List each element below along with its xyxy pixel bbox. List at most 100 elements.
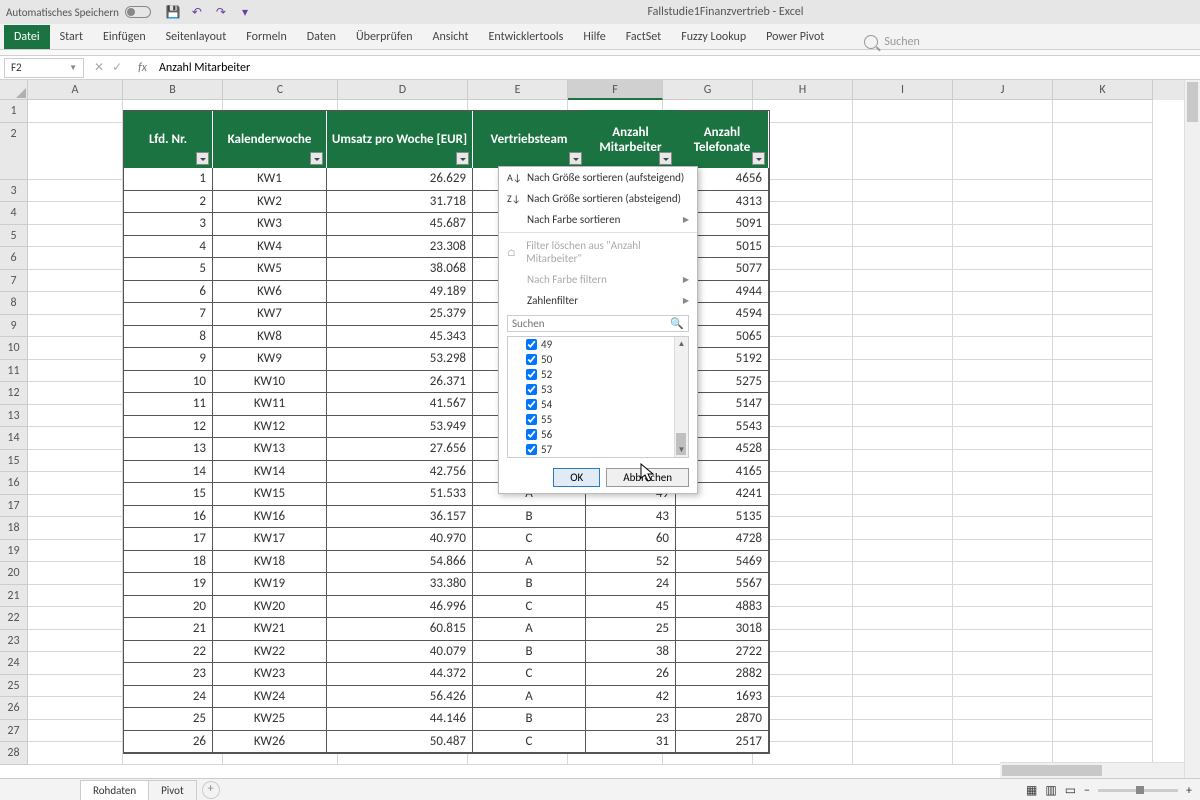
table-header[interactable]: Umsatz pro Woche [EUR] xyxy=(327,111,473,168)
cell[interactable] xyxy=(853,405,953,428)
filter-button[interactable] xyxy=(456,152,469,165)
table-cell[interactable]: 5469 xyxy=(676,551,769,574)
table-cell[interactable]: 20 xyxy=(124,596,213,619)
filter-value-item[interactable]: 56 xyxy=(508,427,688,442)
cell[interactable] xyxy=(853,517,953,540)
table-cell[interactable]: 10 xyxy=(124,371,213,394)
row-header-28[interactable]: 28 xyxy=(0,742,28,765)
table-cell[interactable]: KW24 xyxy=(213,686,327,709)
cell[interactable] xyxy=(853,225,953,248)
table-cell[interactable]: B xyxy=(473,506,586,529)
cell[interactable] xyxy=(28,472,123,495)
view-page-icon[interactable]: ▥ xyxy=(1045,783,1056,798)
cell[interactable] xyxy=(28,562,123,585)
table-cell[interactable]: 17 xyxy=(124,528,213,551)
col-header-C[interactable]: C xyxy=(223,80,338,100)
table-cell[interactable]: KW5 xyxy=(213,258,327,281)
table-cell[interactable]: KW13 xyxy=(213,438,327,461)
table-cell[interactable]: A xyxy=(473,551,586,574)
table-cell[interactable]: 52 xyxy=(586,551,676,574)
table-header[interactable]: Anzahl Mitarbeiter xyxy=(586,111,676,168)
table-cell[interactable]: KW12 xyxy=(213,416,327,439)
table-cell[interactable]: A xyxy=(473,618,586,641)
filter-values-list[interactable]: 495052535455565760 ▲ ▼ xyxy=(507,336,689,458)
cell[interactable] xyxy=(853,382,953,405)
cell[interactable] xyxy=(1053,315,1153,338)
cell[interactable] xyxy=(853,100,953,123)
tab-entwickler[interactable]: Entwicklertools xyxy=(479,25,574,49)
tab-hilfe[interactable]: Hilfe xyxy=(573,25,615,49)
row-header-6[interactable]: 6 xyxy=(0,247,28,270)
table-cell[interactable]: C xyxy=(473,528,586,551)
cell[interactable] xyxy=(1053,202,1153,225)
table-cell[interactable]: 24 xyxy=(586,573,676,596)
table-cell[interactable]: 11 xyxy=(124,393,213,416)
cell[interactable] xyxy=(853,427,953,450)
filter-value-item[interactable]: 53 xyxy=(508,382,688,397)
cell[interactable] xyxy=(853,247,953,270)
cell[interactable] xyxy=(953,202,1053,225)
filter-value-item[interactable]: 49 xyxy=(508,337,688,352)
row-header-8[interactable]: 8 xyxy=(0,292,28,315)
customize-qat-icon[interactable]: ▾ xyxy=(237,4,253,20)
cell[interactable] xyxy=(853,607,953,630)
redo-icon[interactable]: ↷ xyxy=(213,4,229,20)
undo-icon[interactable]: ↶ xyxy=(189,4,205,20)
row-header-5[interactable]: 5 xyxy=(0,225,28,248)
table-cell[interactable]: KW21 xyxy=(213,618,327,641)
filter-list-scrollbar[interactable]: ▲ ▼ xyxy=(674,337,688,457)
view-break-icon[interactable]: ▭ xyxy=(1065,783,1076,798)
table-cell[interactable]: 31.718 xyxy=(327,191,473,214)
table-cell[interactable]: 14 xyxy=(124,461,213,484)
table-cell[interactable]: 3018 xyxy=(676,618,769,641)
filter-value-checkbox[interactable] xyxy=(526,399,537,410)
cell[interactable] xyxy=(953,427,1053,450)
table-cell[interactable]: 23.308 xyxy=(327,236,473,259)
sheet-tab-rohdaten[interactable]: Rohdaten xyxy=(80,780,149,800)
table-cell[interactable]: 42.756 xyxy=(327,461,473,484)
cell[interactable] xyxy=(1053,540,1153,563)
cell[interactable] xyxy=(28,675,123,698)
cell[interactable] xyxy=(853,123,953,180)
scroll-down-icon[interactable]: ▼ xyxy=(675,443,688,457)
table-cell[interactable]: 13 xyxy=(124,438,213,461)
cell[interactable] xyxy=(853,180,953,203)
row-header-24[interactable]: 24 xyxy=(0,652,28,675)
filter-value-checkbox[interactable] xyxy=(526,414,537,425)
cell[interactable] xyxy=(28,495,123,518)
table-cell[interactable]: 53.298 xyxy=(327,348,473,371)
cell[interactable] xyxy=(1053,382,1153,405)
table-cell[interactable]: B xyxy=(473,708,586,731)
sort-descending[interactable]: Z↓Nach Größe sortieren (absteigend) xyxy=(499,188,697,209)
table-cell[interactable]: 44.146 xyxy=(327,708,473,731)
filter-value-item[interactable]: 60 xyxy=(508,457,688,458)
table-cell[interactable]: 21 xyxy=(124,618,213,641)
tab-start[interactable]: Start xyxy=(50,25,93,49)
cell[interactable] xyxy=(1053,495,1153,518)
table-cell[interactable]: KW19 xyxy=(213,573,327,596)
table-cell[interactable]: B xyxy=(473,641,586,664)
cell[interactable] xyxy=(853,675,953,698)
table-cell[interactable]: 60 xyxy=(586,528,676,551)
cell[interactable] xyxy=(1053,123,1153,180)
row-header-10[interactable]: 10 xyxy=(0,337,28,360)
table-cell[interactable]: 38.068 xyxy=(327,258,473,281)
table-cell[interactable]: KW22 xyxy=(213,641,327,664)
filter-value-checkbox[interactable] xyxy=(526,369,537,380)
cell[interactable] xyxy=(953,630,1053,653)
row-header-2[interactable]: 2 xyxy=(0,123,28,180)
cell[interactable] xyxy=(853,202,953,225)
cell[interactable] xyxy=(28,315,123,338)
table-cell[interactable]: 26.371 xyxy=(327,371,473,394)
row-header-16[interactable]: 16 xyxy=(0,472,28,495)
filter-value-checkbox[interactable] xyxy=(526,354,537,365)
autosave-toggle[interactable] xyxy=(125,6,151,18)
table-cell[interactable]: 16 xyxy=(124,506,213,529)
cell[interactable] xyxy=(28,123,123,180)
cell[interactable] xyxy=(28,427,123,450)
table-cell[interactable]: 4883 xyxy=(676,596,769,619)
row-header-11[interactable]: 11 xyxy=(0,360,28,383)
table-cell[interactable]: 25 xyxy=(124,708,213,731)
table-cell[interactable]: KW1 xyxy=(213,168,327,191)
cell[interactable] xyxy=(1053,607,1153,630)
